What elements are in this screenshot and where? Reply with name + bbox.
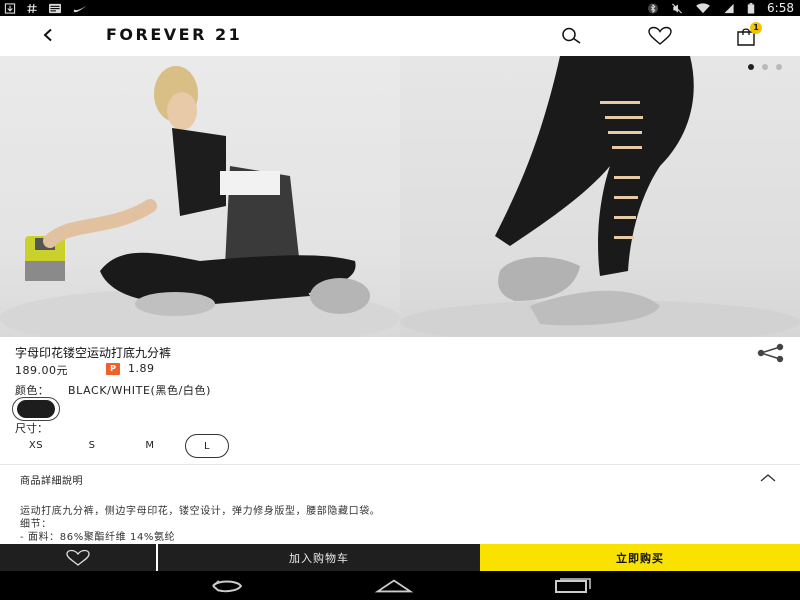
gallery-pagination[interactable]	[748, 64, 782, 70]
home-icon	[374, 579, 414, 593]
color-swatch-black[interactable]	[12, 397, 60, 421]
status-time: 6:58	[767, 1, 794, 15]
mute-icon	[672, 3, 683, 13]
share-button[interactable]	[752, 343, 786, 363]
share-icon	[757, 343, 784, 363]
bluetooth-icon	[648, 2, 659, 14]
collapse-details-button[interactable]	[758, 470, 778, 484]
description-line: - 面料：86%聚酯纤维 14%氨纶	[20, 532, 176, 543]
size-option-xs[interactable]: XS	[24, 434, 48, 458]
photo-illustration-2	[400, 56, 800, 337]
description-line: 细节：	[20, 519, 52, 530]
size-option-s[interactable]: S	[82, 434, 102, 458]
size-option-m[interactable]: M	[140, 434, 160, 458]
message-icon	[49, 3, 61, 13]
system-navigation-bar	[0, 571, 800, 600]
status-right-icons: 6:58	[647, 0, 794, 16]
reward-points: 1.89	[128, 362, 155, 375]
gallery-dot-1[interactable]	[748, 64, 754, 70]
gallery-dot-3[interactable]	[776, 64, 782, 70]
bottom-action-bar: 加入购物车 立即购买	[0, 544, 800, 571]
product-photo-leggings-side[interactable]	[400, 56, 800, 337]
wifi-icon	[696, 2, 710, 13]
download-icon	[4, 2, 16, 14]
status-left-icons	[4, 0, 88, 16]
details-heading[interactable]: 商品詳細說明	[20, 472, 83, 487]
back-icon	[212, 580, 243, 593]
gallery-dot-2[interactable]	[762, 64, 768, 70]
nike-icon	[73, 5, 87, 12]
size-option-l[interactable]: L	[185, 434, 229, 458]
heart-icon	[66, 549, 90, 566]
app-header: FOREVER 21 1	[0, 16, 800, 56]
points-badge: P	[106, 363, 120, 375]
favorite-button[interactable]	[0, 544, 158, 571]
nav-home-button[interactable]	[374, 575, 414, 597]
add-to-cart-button[interactable]: 加入购物车	[158, 544, 480, 571]
back-button[interactable]	[38, 24, 58, 46]
photo-illustration-1	[0, 66, 400, 337]
product-image-gallery[interactable]	[0, 56, 800, 337]
signal-icon	[724, 3, 734, 13]
back-arrow-icon	[43, 28, 52, 42]
product-photo-model-kneeling[interactable]	[0, 56, 400, 337]
product-price: 189.00元	[15, 364, 68, 377]
description-line: 运动打底九分裤，侧边字母印花，镂空设计，弹力修身版型，腰部隐藏口袋。	[20, 506, 381, 517]
product-title: 字母印花镂空运动打底九分裤	[15, 346, 172, 360]
buy-now-button[interactable]: 立即购买	[480, 544, 800, 571]
heart-icon	[648, 26, 672, 45]
battery-icon	[747, 2, 755, 14]
status-bar: 6:58	[0, 0, 800, 16]
section-divider	[0, 464, 800, 465]
cart-count-badge: 1	[750, 22, 762, 34]
search-button[interactable]	[559, 24, 585, 48]
recents-icon	[555, 578, 591, 593]
cart-button[interactable]: 1	[733, 22, 762, 48]
brand-logo[interactable]: FOREVER 21	[106, 25, 242, 44]
color-swatch-fill	[17, 400, 55, 418]
chevron-up-icon	[760, 474, 776, 482]
color-label: 颜色：	[15, 384, 50, 397]
search-icon	[562, 27, 581, 44]
hash-icon	[27, 3, 37, 13]
nav-back-button[interactable]	[207, 575, 247, 597]
wishlist-button[interactable]	[647, 24, 673, 48]
nav-recents-button[interactable]	[552, 575, 592, 597]
color-value: BLACK/WHITE(黑色/白色)	[68, 384, 212, 397]
product-description: 运动打底九分裤，侧边字母印花，镂空设计，弹力修身版型，腰部隐藏口袋。 细节： -…	[20, 505, 380, 544]
